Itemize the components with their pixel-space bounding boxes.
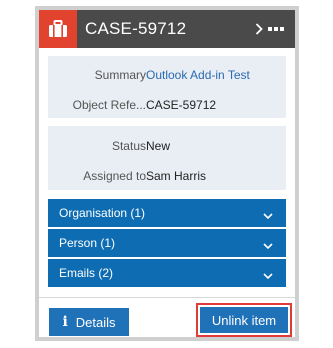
briefcase-icon xyxy=(39,10,77,48)
field-value: Sam Harris xyxy=(146,169,207,183)
summary-link[interactable]: Outlook Add-in Test xyxy=(146,68,250,82)
case-title: CASE-59712 xyxy=(85,19,187,38)
more-menu-icon[interactable] xyxy=(268,27,284,31)
chevron-down-icon xyxy=(263,239,273,253)
secondary-fields-panel: Status New Assigned to Sam Harris xyxy=(48,126,286,190)
info-icon: i xyxy=(62,314,68,330)
unlink-item-button[interactable]: Unlink item xyxy=(200,307,288,333)
details-button-label: Details xyxy=(75,314,116,330)
field-label: Assigned to xyxy=(83,169,146,183)
chevron-down-icon xyxy=(263,209,273,223)
field-label: Status xyxy=(111,139,146,153)
accordion-label: Person (1) xyxy=(59,236,116,250)
field-value: New xyxy=(146,139,171,153)
divider xyxy=(39,297,295,298)
accordion-person[interactable]: Person (1) xyxy=(48,229,286,257)
details-button[interactable]: i Details xyxy=(49,308,129,336)
unlink-highlight: Unlink item xyxy=(196,303,292,337)
case-card: CASE-59712 Summary Outlook Add-in Test O… xyxy=(35,6,299,341)
primary-fields-panel: Summary Outlook Add-in Test Object Refe.… xyxy=(48,56,286,118)
accordion-label: Emails (2) xyxy=(59,266,114,280)
accordion-label: Organisation (1) xyxy=(59,206,146,220)
field-label: Summary xyxy=(94,68,146,82)
chevron-down-icon xyxy=(263,269,273,283)
chevron-right-icon[interactable] xyxy=(254,22,264,36)
card-header: CASE-59712 xyxy=(39,10,295,48)
accordion-emails[interactable]: Emails (2) xyxy=(48,259,286,287)
related-items-accordion: Organisation (1) Person (1) Emails (2) xyxy=(48,199,286,287)
field-value: CASE-59712 xyxy=(146,98,217,112)
accordion-organisation[interactable]: Organisation (1) xyxy=(48,199,286,227)
field-label: Object Refe... xyxy=(72,98,146,112)
